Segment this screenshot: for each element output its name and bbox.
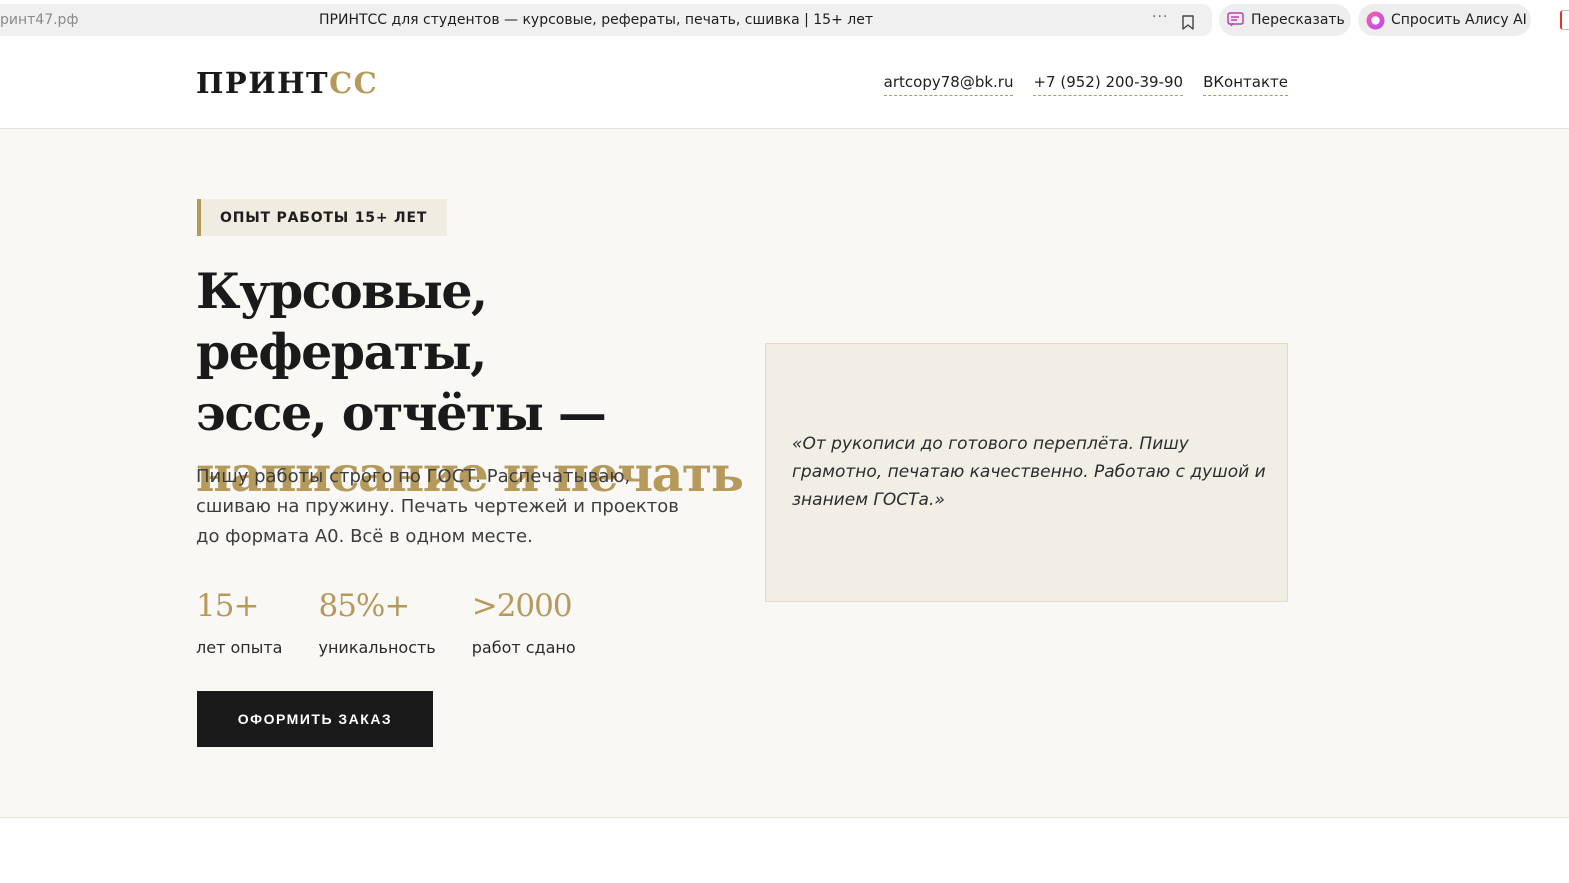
page-title-in-address-bar: ПРИНТСС для студентов — курсовые, рефера… <box>319 12 873 28</box>
headline-line-1: Курсовые, рефераты, <box>196 262 488 381</box>
phone-link[interactable]: +7 (952) 200-39-90 <box>1033 73 1184 96</box>
retell-icon <box>1227 12 1244 27</box>
retell-label: Пересказать <box>1251 12 1345 28</box>
hero-section: ОПЫТ РАБОТЫ 15+ ЛЕТ Курсовые, рефераты, … <box>0 129 1569 818</box>
address-url[interactable]: ринт47.рф <box>0 12 78 28</box>
stat-label: работ сдано <box>471 638 576 657</box>
stat-uniqueness: 85%+ уникальность <box>318 586 435 657</box>
alice-icon <box>1366 11 1385 29</box>
stat-label: лет опыта <box>196 638 283 657</box>
logo[interactable]: ПРИНТСС <box>196 66 378 100</box>
browser-toolbar: ринт47.рф ПРИНТСС для студентов — курсов… <box>0 0 1569 40</box>
stat-label: уникальность <box>318 638 436 657</box>
headline-line-2: эссе, отчёты — <box>196 384 607 442</box>
order-button[interactable]: ОФОРМИТЬ ЗАКАЗ <box>197 691 433 747</box>
vk-link[interactable]: ВКонтакте <box>1203 73 1288 96</box>
ask-alice-label: Спросить Алису AI <box>1391 12 1527 28</box>
address-bar[interactable]: ринт47.рф ПРИНТСС для студентов — курсов… <box>0 4 1212 36</box>
more-icon[interactable]: ··· <box>1152 9 1168 25</box>
ask-alice-button[interactable]: Спросить Алису AI <box>1358 4 1531 36</box>
quote-card: «От рукописи до готового переплёта. Пишу… <box>765 343 1288 602</box>
retell-button[interactable]: Пересказать <box>1219 4 1351 36</box>
stat-value: >2000 <box>471 588 573 624</box>
email-link[interactable]: artcopy78@bk.ru <box>883 73 1014 96</box>
stats-row: 15+ лет опыта 85%+ уникальность >2000 ра… <box>196 586 612 657</box>
logo-dark-part: ПРИНТ <box>196 66 330 100</box>
stat-value: 15+ <box>196 588 259 624</box>
experience-badge: ОПЫТ РАБОТЫ 15+ ЛЕТ <box>197 199 448 236</box>
stat-experience: 15+ лет опыта <box>196 586 282 657</box>
quote-text: «От рукописи до готового переплёта. Пишу… <box>792 434 1266 510</box>
stat-works-done: >2000 работ сдано <box>472 586 576 657</box>
logo-gold-part: СС <box>329 66 379 100</box>
site-header: ПРИНТСС artcopy78@bk.ru +7 (952) 200-39-… <box>0 40 1569 129</box>
sidebar-edge <box>1560 10 1569 30</box>
stat-value: 85%+ <box>318 588 410 624</box>
hero-description: Пишу работы строго по ГОСТ. Распечатываю… <box>196 466 679 547</box>
bookmark-icon[interactable] <box>1182 15 1194 30</box>
header-contacts: artcopy78@bk.ru +7 (952) 200-39-90 ВКонт… <box>883 73 1288 96</box>
